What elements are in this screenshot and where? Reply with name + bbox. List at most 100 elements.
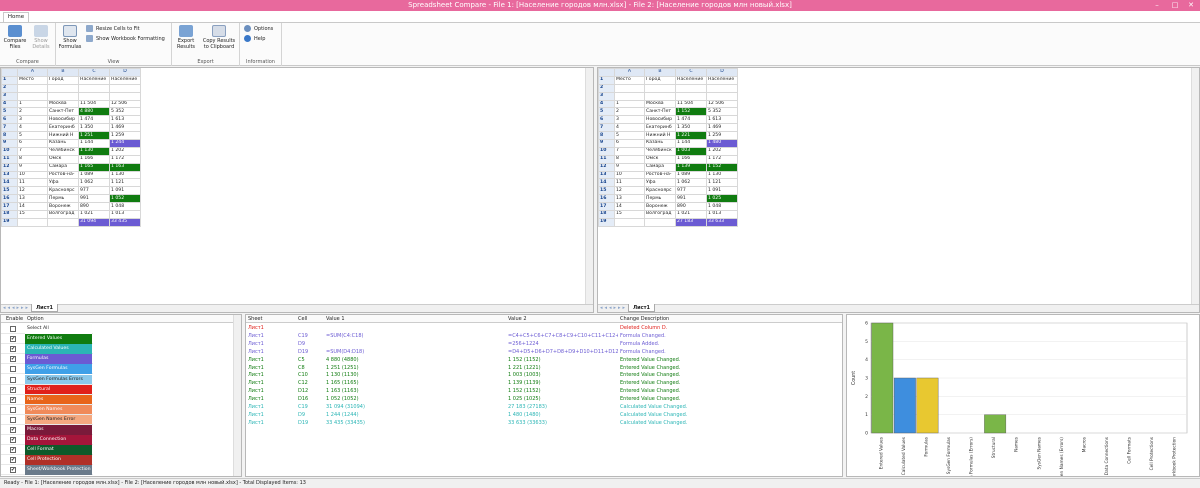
option-row[interactable]: ✔ Cell Protection (1, 455, 93, 466)
option-checkbox[interactable]: ✔ (10, 447, 16, 454)
sheet-cell[interactable]: 1 350 (78, 123, 110, 133)
row-header[interactable]: 5 (598, 107, 615, 117)
sheet-cell[interactable]: Население (109, 75, 141, 85)
sheet-cell[interactable]: 1 259 (706, 131, 738, 141)
column-header[interactable]: D (706, 68, 738, 77)
sheet-cell[interactable]: 1 130 (78, 146, 110, 156)
copy-results-button[interactable]: Copy Results to Clipboard (200, 25, 238, 50)
sheet-cell[interactable]: Место (614, 75, 645, 85)
sheet-cell[interactable] (109, 83, 141, 93)
sheet-cell[interactable]: Население (78, 75, 110, 85)
sheet-cell[interactable]: 1 091 (706, 186, 738, 196)
sheet-cell[interactable]: 1 474 (675, 115, 707, 125)
sheet-cell[interactable]: Воронеж (644, 202, 676, 212)
sheet-cell[interactable]: 1 165 (78, 162, 110, 172)
bar-2[interactable] (893, 377, 916, 434)
sheet-cell[interactable] (644, 91, 676, 101)
row-header[interactable]: 12 (598, 162, 615, 172)
results-column-header[interactable]: Change Description (620, 316, 669, 322)
sheet-cell[interactable]: 1 166 (675, 154, 707, 164)
option-row[interactable]: SysGen Names (1, 404, 93, 415)
sheet-cell[interactable]: Красноярс (47, 186, 79, 196)
sheet-cell[interactable]: Самара (644, 162, 676, 172)
row-header[interactable]: 14 (1, 178, 18, 188)
sheet-cell[interactable]: 8 (17, 154, 48, 164)
sheet-nav-arrows[interactable]: ◂◂◂▸▸▸ (600, 305, 627, 311)
sheet-cell[interactable]: 5 (17, 131, 48, 141)
sheet-cell[interactable] (706, 91, 738, 101)
sheet-cell[interactable]: 1 121 (706, 178, 738, 188)
sheet-cell[interactable] (47, 91, 79, 101)
sheet-cell[interactable] (644, 217, 676, 227)
sheet-cell[interactable]: 10 (614, 170, 645, 180)
row-header[interactable]: 15 (1, 186, 18, 196)
sheet-cell[interactable]: 31 094 (78, 217, 110, 227)
resize-cells-button[interactable]: Resize Cells to Fit (86, 25, 140, 34)
sheet-cell[interactable]: 1 021 (78, 210, 110, 219)
result-row[interactable]: Лист1 C19 =SUM(C4:C18) =C4+C5+C6+C7+C8+C9+C… (246, 333, 842, 341)
sheet-cell[interactable] (614, 83, 645, 93)
row-header[interactable]: 14 (598, 178, 615, 188)
sheet-cell[interactable]: 3 (17, 115, 48, 125)
sheet-cell[interactable]: 10 (17, 170, 48, 180)
sheet-cell[interactable]: Нижний Н (47, 131, 79, 141)
bar-1[interactable] (871, 322, 894, 434)
sheet-cell[interactable] (675, 83, 707, 93)
sheet-cell[interactable]: 2 (614, 107, 645, 117)
sheet-cell[interactable]: 1 003 (675, 146, 707, 156)
sheet-cell[interactable]: 13 (614, 194, 645, 204)
sheet-cell[interactable]: Омск (644, 154, 676, 164)
sheet-cell[interactable]: 4 (17, 123, 48, 133)
sheet-cell[interactable]: Город (47, 75, 79, 85)
sheet-cell[interactable]: 33 435 (109, 217, 141, 227)
option-checkbox[interactable]: ✔ (10, 437, 16, 444)
tab-home[interactable]: Home (3, 12, 29, 22)
sheet-cell[interactable]: 1 062 (675, 178, 707, 188)
sheet-cell[interactable]: 1 474 (78, 115, 110, 125)
sheet-cell[interactable]: 1 172 (706, 154, 738, 164)
sheet-cell[interactable]: 4 880 (78, 107, 110, 117)
show-formatting-button[interactable]: Show Workbook Formatting (86, 35, 165, 44)
sheet-cell[interactable]: Уфа (644, 178, 676, 188)
sheet-cell[interactable]: 11 (17, 178, 48, 188)
sheet-cell[interactable]: 11 (614, 178, 645, 188)
sheet-cell[interactable]: Население (706, 75, 738, 85)
sheet-cell[interactable] (78, 91, 110, 101)
row-header[interactable]: 11 (598, 154, 615, 164)
left-sheet-tab[interactable]: Лист1 (31, 304, 58, 312)
row-header[interactable]: 15 (598, 186, 615, 196)
sheet-cell[interactable]: 1 244 (109, 139, 141, 148)
sheet-cell[interactable]: 1 166 (78, 154, 110, 164)
sheet-cell[interactable]: 1 121 (109, 178, 141, 188)
sheet-cell[interactable]: 9 (17, 162, 48, 172)
option-row[interactable]: ✔ Formulas (1, 354, 93, 365)
sheet-cell[interactable]: 977 (78, 186, 110, 196)
sheet-cell[interactable] (644, 83, 676, 93)
sheet-cell[interactable]: 1 163 (109, 162, 141, 172)
show-formulas-button[interactable]: Show Formulas (58, 25, 82, 50)
row-header[interactable]: 1 (1, 75, 18, 85)
sheet-cell[interactable]: Пермь (47, 194, 79, 204)
compare-files-button[interactable]: Compare Files (3, 25, 27, 50)
sheet-cell[interactable]: Челябинск (47, 146, 79, 156)
row-header[interactable]: 18 (1, 210, 18, 219)
sheet-cell[interactable] (675, 91, 707, 101)
sheet-cell[interactable] (78, 83, 110, 93)
row-header[interactable]: 4 (598, 99, 615, 109)
sheet-cell[interactable] (17, 91, 48, 101)
sheet-cell[interactable]: 1 480 (706, 139, 738, 148)
sheet-cell[interactable]: 9 (614, 162, 645, 172)
option-row[interactable]: ✔ Data Connection (1, 435, 93, 446)
sheet-cell[interactable]: 12 (17, 186, 48, 196)
sheet-cell[interactable]: Воронеж (47, 202, 79, 212)
sheet-cell[interactable]: 991 (78, 194, 110, 204)
option-row[interactable]: SysGen Formulas (1, 364, 93, 375)
row-header[interactable]: 9 (1, 139, 18, 148)
sheet-cell[interactable]: 3 (614, 115, 645, 125)
sheet-cell[interactable]: Новосибир (644, 115, 676, 125)
sheet-cell[interactable]: 5 352 (706, 107, 738, 117)
row-header[interactable]: 17 (1, 202, 18, 212)
sheet-cell[interactable]: Волгоград (47, 210, 79, 219)
sheet-cell[interactable] (109, 91, 141, 101)
option-checkbox[interactable] (10, 366, 16, 373)
